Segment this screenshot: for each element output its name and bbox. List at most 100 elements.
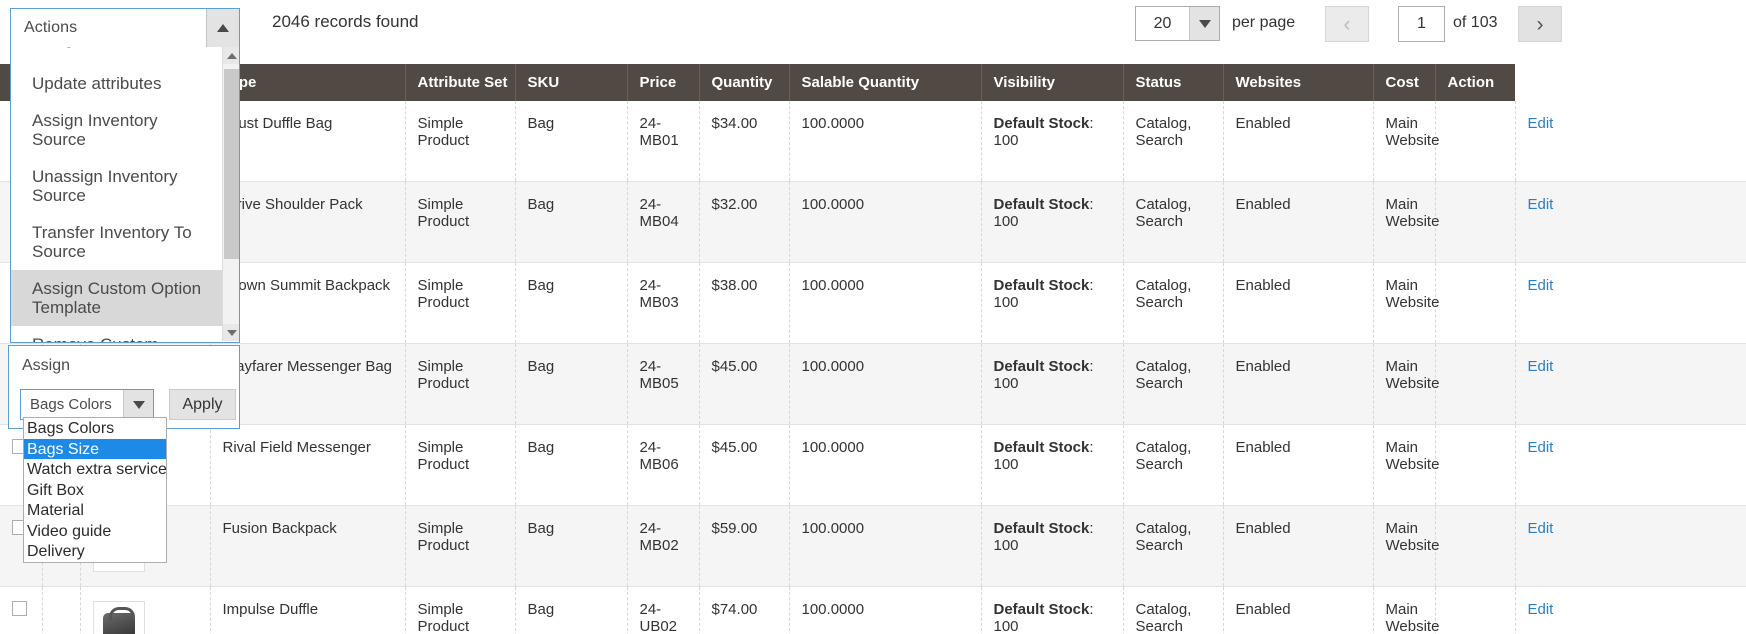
row-status: Enabled [1223,424,1374,506]
custom-option-template-caret[interactable] [123,390,153,419]
mass-actions-label: Actions [24,19,78,36]
row-sku-text: 24-MB06 [639,439,679,473]
row-attribute-set: Bag [515,343,628,425]
table-row[interactable]: Rival Field Messenger Simple Product Bag 24… [0,424,1746,506]
mass-actions-caret[interactable] [206,9,239,47]
row-type: Simple Product [405,262,516,344]
chevron-up-icon [217,24,229,32]
scrollbar-down-button[interactable] [223,324,239,341]
col-websites[interactable]: Cost [1373,64,1436,101]
menu-item-transfer-inventory-to-source[interactable]: Transfer Inventory To Source [11,214,223,270]
page-number-input[interactable]: 1 [1398,6,1445,42]
salable-stock-label: Default Stock [993,277,1090,294]
row-visibility-text: Catalog, Search [1135,439,1192,473]
row-price: $59.00 [699,505,790,587]
row-type-text: Simple Product [417,358,470,392]
menu-item-partial[interactable]: Assign [32,47,83,49]
mass-actions-dropdown[interactable]: Assign Update attributes Assign Inventor… [10,47,240,343]
row-action: Edit [1515,101,1746,182]
menu-item-assign-inventory-source[interactable]: Assign Inventory Source [11,102,223,158]
edit-link[interactable]: Edit [1528,277,1554,294]
option-bags-colors[interactable]: Bags Colors [24,418,166,439]
checkbox-icon[interactable] [12,601,27,616]
row-action: Edit [1515,586,1746,634]
mass-actions-select[interactable]: Actions [10,8,240,48]
menu-item-update-attributes[interactable]: Update attributes [11,65,223,102]
row-attribute-set-text: Bag [527,520,555,537]
table-row[interactable]: Wayfarer Messenger Bag Simple Product Bag 2… [0,343,1746,425]
menu-item-assign-custom-option-template[interactable]: Assign Custom Option Template [11,270,223,327]
edit-link[interactable]: Edit [1528,439,1554,456]
row-sku-text: 24-MB01 [639,115,679,149]
row-price-text: $38.00 [711,277,758,294]
row-type-text: Simple Product [417,277,470,311]
row-websites: Main Website [1373,505,1439,587]
row-websites-text: Main Website [1385,196,1440,230]
edit-link[interactable]: Edit [1528,358,1554,375]
row-websites: Main Website [1373,424,1439,506]
option-watch-extra-services[interactable]: Watch extra services [24,459,166,480]
custom-option-template-options[interactable]: Bags Colors Bags Size Watch extra servic… [23,417,167,563]
row-action: Edit [1515,181,1746,263]
col-attribute-set[interactable]: SKU [515,64,628,101]
row-salable-quantity: Default Stock: 100 [981,586,1124,634]
option-material[interactable]: Material [24,500,166,521]
col-salable-quantity[interactable]: Visibility [981,64,1124,101]
row-quantity: 100.0000 [789,505,982,587]
row-cost [1435,262,1516,344]
dropdown-scrollbar[interactable] [222,47,239,341]
table-row[interactable]: Strive Shoulder Pack Simple Product Bag 24-… [0,181,1746,263]
option-gift-box[interactable]: Gift Box [24,480,166,501]
col-type[interactable]: Attribute Set [405,64,516,101]
menu-clipped-top: Assign [11,47,239,57]
edit-link[interactable]: Edit [1528,601,1554,618]
row-websites: Main Website [1373,181,1439,263]
table-row[interactable]: Fusion Backpack Simple Product Bag 24-MB02 $… [0,505,1746,587]
table-row[interactable]: Impulse Duffle Simple Product Bag 24-UB02 $7… [0,586,1746,634]
chevron-down-icon [1198,19,1211,28]
option-delivery[interactable]: Delivery [24,541,166,562]
col-sku[interactable]: Price [627,64,700,101]
row-attribute-set-text: Bag [527,601,555,618]
col-status[interactable]: Websites [1223,64,1374,101]
row-status: Enabled [1223,586,1374,634]
row-attribute-set: Bag [515,262,628,344]
row-quantity-text: 100.0000 [801,196,865,213]
row-quantity: 100.0000 [789,343,982,425]
col-visibility[interactable]: Status [1123,64,1224,101]
option-bags-size[interactable]: Bags Size [24,438,166,459]
row-name: Impulse Duffle [210,586,406,634]
col-price[interactable]: Quantity [699,64,790,101]
col-action[interactable]: Action [1435,64,1515,101]
edit-link[interactable]: Edit [1528,196,1554,213]
row-status-text: Enabled [1235,277,1291,294]
row-salable-quantity: Default Stock: 100 [981,101,1124,182]
edit-link[interactable]: Edit [1528,115,1554,132]
scrollbar-thumb[interactable] [224,69,239,259]
scrollbar-up-button[interactable] [223,47,239,64]
col-quantity[interactable]: Salable Quantity [789,64,982,101]
previous-page-button[interactable]: ‹ [1325,6,1369,42]
per-page-select[interactable]: 20 [1135,6,1220,41]
custom-option-template-select[interactable]: Bags Colors [20,389,154,420]
row-attribute-set: Bag [515,101,628,182]
table-row[interactable]: Joust Duffle Bag Simple Product Bag 24-MB01… [0,101,1746,182]
edit-link[interactable]: Edit [1528,520,1554,537]
option-video-guide[interactable]: Video guide [24,521,166,542]
menu-item-remove-custom-option-template[interactable]: Remove Custom Option Template [11,326,223,342]
row-sku: 24-MB03 [627,262,700,344]
next-page-button[interactable]: › [1518,6,1562,42]
row-quantity: 100.0000 [789,181,982,263]
row-websites: Main Website [1373,343,1439,425]
apply-button[interactable]: Apply [169,389,236,420]
per-page-caret[interactable] [1189,7,1219,40]
row-status-text: Enabled [1235,115,1291,132]
table-row[interactable]: Crown Summit Backpack Simple Product Bag 24… [0,262,1746,344]
chevron-right-icon: › [1536,12,1544,36]
row-visibility: Catalog, Search [1123,262,1224,344]
row-visibility: Catalog, Search [1123,101,1224,182]
mass-actions-item-list: Update attributes Assign Inventory Sourc… [11,65,223,342]
row-quantity: 100.0000 [789,101,982,182]
table-body: Joust Duffle Bag Simple Product Bag 24-MB01… [0,101,1746,634]
menu-item-unassign-inventory-source[interactable]: Unassign Inventory Source [11,158,223,214]
